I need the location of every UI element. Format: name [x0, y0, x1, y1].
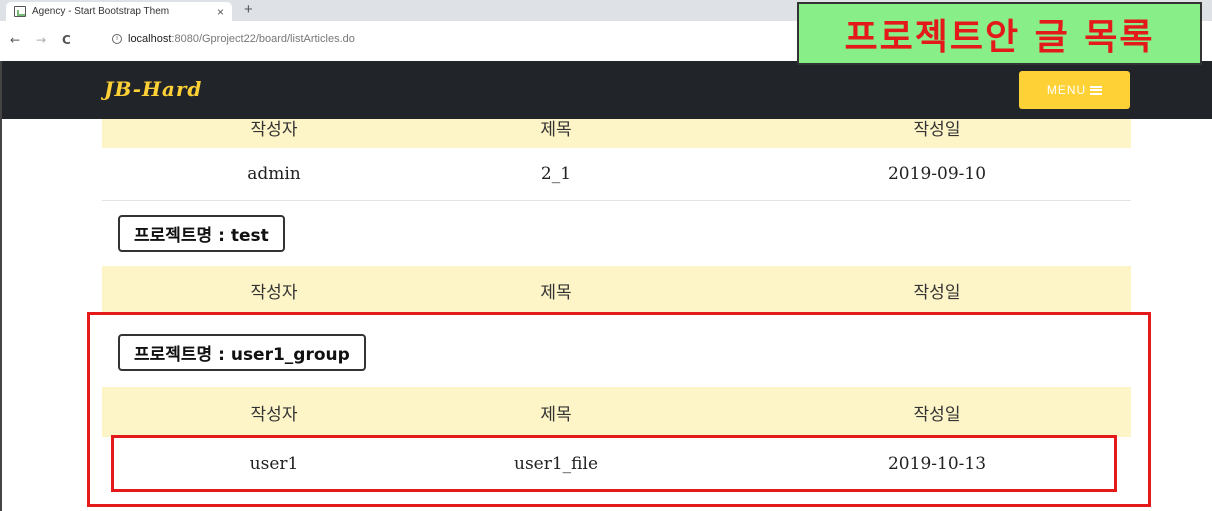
brand-logo[interactable]: JB-Hard	[104, 77, 202, 101]
header-date: 작성일	[913, 120, 961, 140]
favicon-icon	[14, 6, 26, 17]
header-author: 작성자	[250, 283, 298, 303]
table-header: 작성자 제목 작성일	[102, 266, 1131, 315]
article-list: 작성자 제목 작성일 admin 2_1 2019-09-10 프로젝트명 : …	[0, 119, 1212, 511]
header-date: 작성일	[913, 283, 961, 303]
header-title: 제목	[540, 404, 572, 425]
tab-title: Agency - Start Bootstrap Them	[32, 6, 170, 17]
cell-author: user1	[249, 454, 299, 474]
header-date: 작성일	[913, 404, 961, 425]
cell-author: admin	[247, 164, 301, 184]
window-border	[0, 61, 2, 511]
url-field[interactable]: localhost:8080/Gproject22/board/listArti…	[128, 33, 355, 45]
cell-date: 2019-09-10	[887, 164, 987, 184]
cell-date: 2019-10-13	[887, 454, 987, 474]
row-divider	[102, 200, 1131, 201]
back-icon[interactable]: ←	[10, 33, 20, 47]
cell-title[interactable]: user1_file	[514, 454, 598, 474]
table-header: 작성자 제목 작성일	[102, 387, 1131, 437]
project-test-button[interactable]: 프로젝트명 : test	[118, 215, 285, 252]
menu-button-label: MENU	[1046, 83, 1087, 97]
header-author: 작성자	[250, 120, 298, 140]
url-host: localhost	[128, 33, 172, 45]
tab-close-icon[interactable]: ×	[217, 5, 224, 19]
annotation-label: 프로젝트안 글 목록	[797, 2, 1202, 65]
browser-tab[interactable]: Agency - Start Bootstrap Them ×	[6, 2, 232, 21]
site-navbar: JB-Hard MENU	[0, 61, 1212, 119]
table-header: 작성자 제목 작성일	[102, 119, 1131, 148]
table-row[interactable]: user1 user1_file 2019-10-13	[102, 438, 1131, 490]
url-path: :8080/Gproject22/board/listArticles.do	[171, 33, 355, 45]
info-icon[interactable]: i	[112, 34, 122, 44]
header-title: 제목	[540, 120, 572, 140]
cell-title[interactable]: 2_1	[541, 164, 571, 184]
new-tab-button[interactable]: +	[244, 1, 253, 18]
reload-icon[interactable]: C	[62, 33, 71, 47]
header-author: 작성자	[250, 404, 298, 425]
header-title: 제목	[540, 283, 572, 303]
forward-icon[interactable]: →	[36, 33, 46, 47]
project-user1-group-button[interactable]: 프로젝트명 : user1_group	[118, 334, 366, 371]
hamburger-icon	[1090, 85, 1103, 95]
menu-button[interactable]: MENU	[1019, 71, 1130, 109]
table-row[interactable]: admin 2_1 2019-09-10	[102, 148, 1131, 200]
